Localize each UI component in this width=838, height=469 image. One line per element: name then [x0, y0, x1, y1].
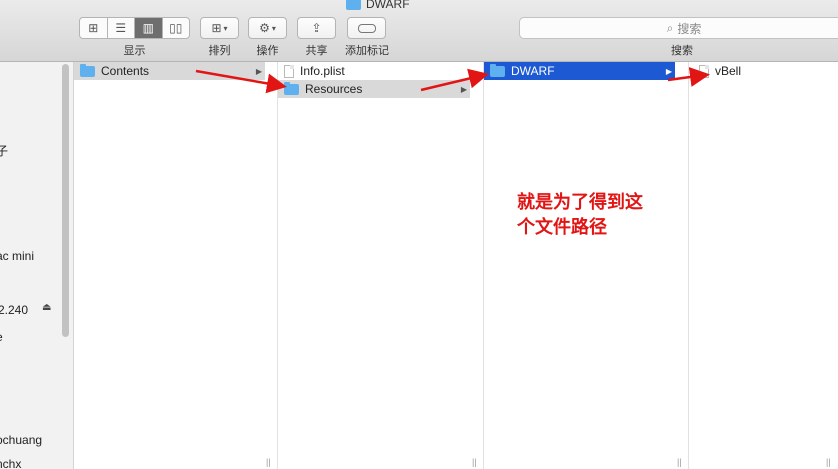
icon-view-icon[interactable]: ⊞ [80, 18, 108, 38]
arrange-button[interactable]: ⊞ ▾ [200, 17, 239, 39]
action-label: 操作 [256, 45, 279, 57]
action-button[interactable]: ⚙ ▾ [248, 17, 287, 39]
annotation-line-1: 就是为了得到这 [517, 192, 643, 212]
sidebar-item[interactable]: nchx [0, 457, 21, 469]
sidebar: 子 ac mini 2.240 ⏏ e ochuang nchx [0, 62, 74, 469]
share-button[interactable]: ⇪ [297, 17, 336, 39]
list-item-label: Contents [101, 64, 150, 78]
arrange-label: 排列 [208, 45, 231, 57]
cover-flow-icon[interactable]: ▯▯ [163, 18, 190, 38]
column-resize-handle[interactable]: || [677, 457, 682, 467]
add-tag-label: 添加标记 [345, 45, 389, 57]
sidebar-item[interactable]: ochuang [0, 433, 42, 447]
search-placeholder: 搜索 [677, 21, 702, 36]
column-resize-handle[interactable]: || [472, 457, 477, 467]
arrange-grid-icon: ⊞ [211, 21, 222, 35]
file-icon [284, 64, 294, 78]
folder-icon [490, 63, 505, 77]
column-view-icon[interactable]: ▥ [135, 18, 163, 38]
sidebar-item[interactable]: ac mini [0, 249, 34, 263]
column-4: vBell || [689, 62, 838, 469]
list-item-label: DWARF [511, 64, 555, 78]
folder-icon [80, 63, 95, 77]
chevron-down-icon: ▾ [223, 23, 228, 33]
tag-icon [357, 23, 376, 33]
sidebar-scrollbar[interactable] [62, 64, 69, 337]
view-mode-segmented-control: ⊞ ☰ ▥ ▯▯ [79, 17, 190, 39]
eject-icon[interactable]: ⏏ [42, 302, 51, 313]
window-title: DWARF [346, 0, 410, 12]
toolbar: DWARF ⊞ ☰ ▥ ▯▯ 显示 ⊞ ▾ 排列 ⚙ ▾ 操作 ⇪ 共享 添加标记 … [0, 0, 838, 62]
share-label: 共享 [305, 45, 328, 57]
list-item-vbell[interactable]: vBell [693, 62, 833, 80]
list-item-contents[interactable]: Contents ▶ [74, 62, 265, 80]
gear-icon: ⚙ [259, 21, 270, 35]
chevron-right-icon: ▶ [665, 66, 672, 76]
window-title-text: DWARF [366, 0, 410, 11]
folder-icon [346, 0, 361, 10]
chevron-right-icon: ▶ [255, 66, 262, 76]
sidebar-item[interactable]: e [0, 330, 3, 344]
column-3: DWARF ▶ || [484, 62, 689, 469]
list-item-label: Resources [305, 82, 363, 96]
file-icon [699, 64, 709, 78]
search-input[interactable]: ⌕ 搜索 [519, 17, 838, 39]
chevron-right-icon: ▶ [460, 84, 467, 94]
annotation-line-2: 个文件路径 [517, 217, 607, 237]
list-item-resources[interactable]: Resources ▶ [278, 80, 470, 98]
folder-icon [284, 81, 299, 95]
search-icon: ⌕ [666, 20, 674, 35]
add-tag-button[interactable] [347, 17, 386, 39]
list-item-label: Info.plist [300, 64, 345, 78]
column-resize-handle[interactable]: || [826, 457, 831, 467]
list-view-icon[interactable]: ☰ [108, 18, 135, 38]
column-1: Contents ▶ || [74, 62, 278, 469]
annotation-text: 就是为了得到这 个文件路径 [517, 190, 677, 240]
sidebar-item[interactable]: 子 [0, 142, 8, 159]
search-label: 搜索 [671, 45, 693, 57]
view-label: 显示 [123, 45, 146, 57]
column-resize-handle[interactable]: || [266, 457, 271, 467]
list-item-info-plist[interactable]: Info.plist [278, 62, 470, 80]
share-icon: ⇪ [311, 21, 322, 35]
list-item-label: vBell [715, 64, 742, 78]
column-2: Info.plist Resources ▶ || [278, 62, 484, 469]
chevron-down-icon: ▾ [271, 23, 276, 33]
sidebar-item[interactable]: 2.240 [0, 303, 28, 317]
list-item-dwarf[interactable]: DWARF ▶ [484, 62, 675, 80]
